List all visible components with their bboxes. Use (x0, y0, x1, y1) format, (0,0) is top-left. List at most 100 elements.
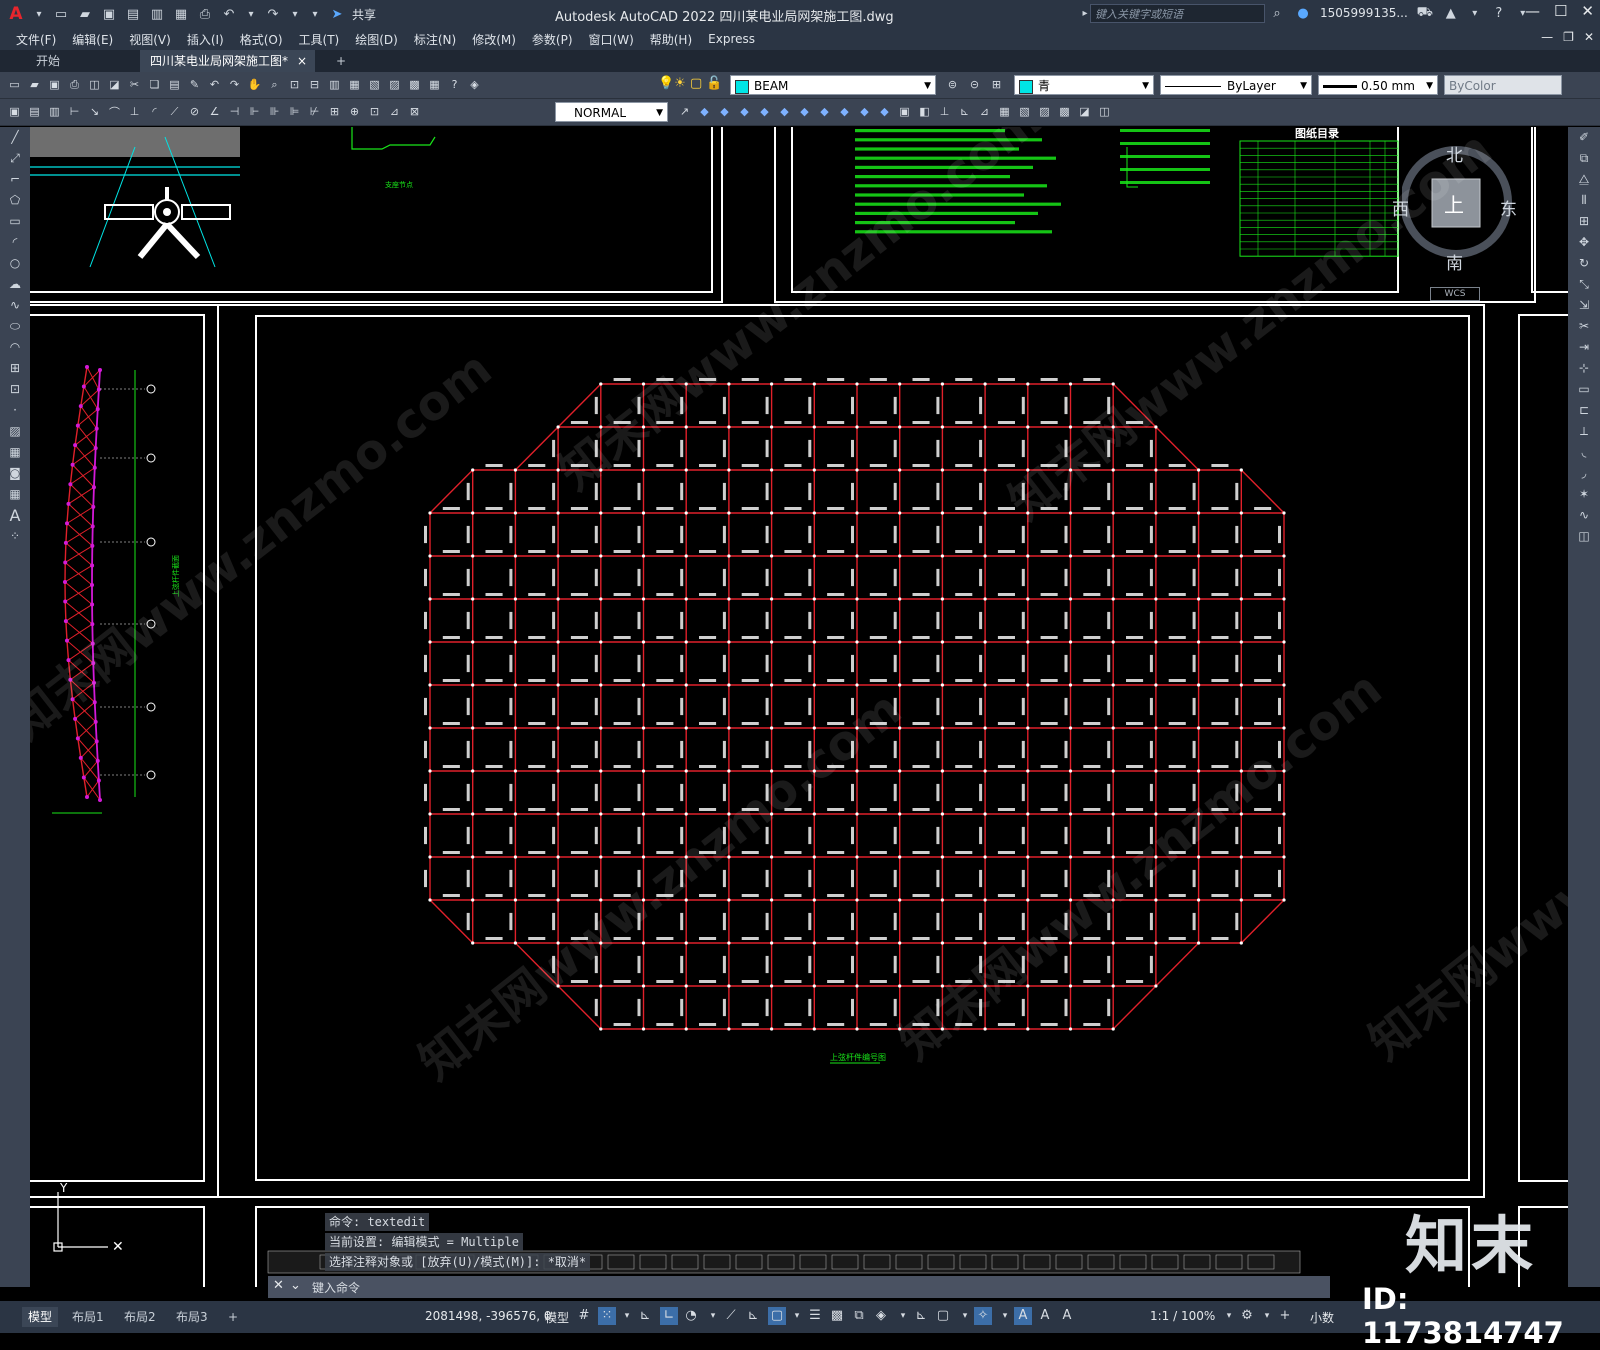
viewcube-east[interactable]: 东 (1500, 195, 1517, 220)
drawing-canvas[interactable]: 支座节点 图纸目录 上弦杆件截面 上弦杆件编号图 Y ✕ 北 南 东 西 上 W… (30, 127, 1568, 1287)
tab-drawing[interactable]: 四川某电业局网架施工图* × (140, 50, 315, 72)
break-icon[interactable]: ▭ (1568, 379, 1600, 400)
blend-icon[interactable]: ◞ (1568, 463, 1600, 484)
new-file-icon[interactable]: ▭ (52, 5, 70, 23)
cut-icon[interactable]: ✂ (126, 76, 143, 93)
properties-icon[interactable]: ▥ (326, 76, 343, 93)
menu-parametric[interactable]: 参数(P) (532, 31, 573, 48)
ucs-face-icon[interactable]: ▦ (996, 103, 1013, 120)
save-web-icon[interactable]: ▦ (172, 5, 190, 23)
baseline-dim-icon[interactable]: ⊩ (246, 103, 263, 120)
inspect-icon[interactable]: ⊡ (366, 103, 383, 120)
text-style-dropdown[interactable]: NORMAL ▼ (555, 102, 668, 122)
dim-style-icon[interactable]: ▥ (46, 103, 63, 120)
chamfer-icon[interactable]: ⟂ (1568, 421, 1600, 442)
chevron-down-icon[interactable]: ▾ (894, 1307, 912, 1325)
linetype-dropdown[interactable]: ByLayer ▼ (1160, 75, 1312, 95)
view-back-icon[interactable]: ◆ (796, 103, 813, 120)
layer-dropdown[interactable]: BEAM ▼ (730, 75, 936, 95)
aligned-dim-icon[interactable]: ↘ (86, 103, 103, 120)
calculator-icon[interactable]: ▦ (426, 76, 443, 93)
view-nw-icon[interactable]: ◆ (876, 103, 893, 120)
dynamic-ucs-icon[interactable]: ⊾ (912, 1307, 930, 1325)
copy-object-icon[interactable]: ⧉ (1568, 148, 1600, 169)
dim-break-icon[interactable]: ⊬ (306, 103, 323, 120)
center-mark-icon[interactable]: ⊕ (346, 103, 363, 120)
rotate-icon[interactable]: ↻ (1568, 253, 1600, 274)
polar-tracking-icon[interactable]: ◔ (682, 1307, 700, 1325)
save-icon[interactable]: ▣ (100, 5, 118, 23)
gradient-icon[interactable]: ▦ (0, 442, 30, 463)
match-properties-icon[interactable]: ✎ (186, 76, 203, 93)
menu-edit[interactable]: 编辑(E) (72, 31, 113, 48)
chevron-down-icon[interactable]: ▾ (32, 7, 46, 21)
ucs-world-icon[interactable]: ⊾ (956, 103, 973, 120)
lineweight-icon[interactable]: ☰ (806, 1307, 824, 1325)
insert-block-icon[interactable]: ⊞ (0, 358, 30, 379)
array-path-icon[interactable]: ∿ (1568, 505, 1600, 526)
maximize-icon[interactable]: ☐ (1554, 2, 1567, 20)
layer-previous-icon[interactable]: ⊝ (966, 76, 983, 93)
rectangle-icon[interactable]: ▭ (0, 211, 30, 232)
view-front-icon[interactable]: ◆ (776, 103, 793, 120)
circle-icon[interactable]: ○ (0, 253, 30, 274)
minimize-icon[interactable]: — (1525, 2, 1540, 20)
dim-override-icon[interactable]: ↗ (676, 103, 693, 120)
command-customize-icon[interactable]: ⌄ (290, 1278, 301, 1293)
dim-space-icon[interactable]: ⊫ (286, 103, 303, 120)
fillet-icon[interactable]: ◟ (1568, 442, 1600, 463)
user-name[interactable]: 1505999135... (1320, 6, 1408, 20)
command-input[interactable]: 键入命令 (312, 1279, 360, 1296)
view-right-icon[interactable]: ◆ (756, 103, 773, 120)
menu-draw[interactable]: 绘图(D) (355, 31, 398, 48)
ortho-icon[interactable]: ∟ (660, 1307, 678, 1325)
menu-dimension[interactable]: 标注(N) (414, 31, 456, 48)
grid-icon[interactable]: # (575, 1307, 593, 1325)
zoom-realtime-icon[interactable]: ⌕ (266, 76, 283, 93)
open-web-icon[interactable]: ▥ (148, 5, 166, 23)
chevron-down-icon[interactable]: ▾ (788, 1307, 806, 1325)
line-icon[interactable]: ╱ (0, 127, 30, 148)
redo-icon[interactable]: ↷ (264, 5, 282, 23)
menu-file[interactable]: 文件(F) (16, 31, 56, 48)
selection-filter-icon[interactable]: ▢ (934, 1307, 952, 1325)
scale-icon[interactable]: ⤡ (1568, 274, 1600, 295)
print-icon[interactable]: ⎙ (66, 76, 83, 93)
make-block-icon[interactable]: ⊡ (0, 379, 30, 400)
preview-icon[interactable]: ◫ (86, 76, 103, 93)
ordinate-dim-icon[interactable]: ⊥ (126, 103, 143, 120)
menu-modify[interactable]: 修改(M) (472, 31, 516, 48)
object-snap-tracking-icon[interactable]: ⊾ (744, 1307, 762, 1325)
plotstyle-dropdown[interactable]: ByColor (1444, 75, 1562, 95)
chevron-down-icon[interactable]: ▾ (1220, 1307, 1238, 1325)
cart-icon[interactable]: ⛟ (1416, 4, 1434, 22)
arc-icon[interactable]: ◜ (0, 232, 30, 253)
model-space-toggle[interactable]: 模型 (545, 1309, 569, 1326)
customize-icon[interactable]: ▾ (308, 7, 322, 21)
table-icon[interactable]: ▦ (0, 484, 30, 505)
tool-palettes-icon[interactable]: ▧ (366, 76, 383, 93)
ellipse-icon[interactable]: ⬭ (0, 316, 30, 337)
chevron-down-icon[interactable]: ▾ (956, 1307, 974, 1325)
quick-dim-icon[interactable]: ⊣ (226, 103, 243, 120)
tolerance-icon[interactable]: ⊞ (326, 103, 343, 120)
workspace-icon[interactable]: ▣ (6, 103, 23, 120)
doc-close-icon[interactable]: ✕ (1584, 30, 1594, 44)
color-dropdown[interactable]: 青 ▼ (1014, 75, 1154, 95)
design-center-icon[interactable]: ▦ (346, 76, 363, 93)
view-ne-icon[interactable]: ◆ (856, 103, 873, 120)
array-icon[interactable]: ⊞ (1568, 211, 1600, 232)
point-icon[interactable]: · (0, 400, 30, 421)
layer-state-icon[interactable]: ⊞ (988, 76, 1005, 93)
multiline-text-icon[interactable]: A (0, 505, 30, 526)
save-icon[interactable]: ▣ (46, 76, 63, 93)
view-se-icon[interactable]: ◆ (836, 103, 853, 120)
search-input[interactable]: 键入关键字或短语 (1090, 4, 1265, 23)
open-folder-icon[interactable]: ▰ (76, 5, 94, 23)
break-at-point-icon[interactable]: ⊹ (1568, 358, 1600, 379)
make-current-icon[interactable]: ⊜ (944, 76, 961, 93)
user-icon[interactable]: ● (1294, 4, 1312, 22)
camera-icon[interactable]: ▣ (896, 103, 913, 120)
autodesk-a360-icon[interactable]: ▲ (1442, 4, 1460, 22)
view-bottom-icon[interactable]: ◆ (716, 103, 733, 120)
